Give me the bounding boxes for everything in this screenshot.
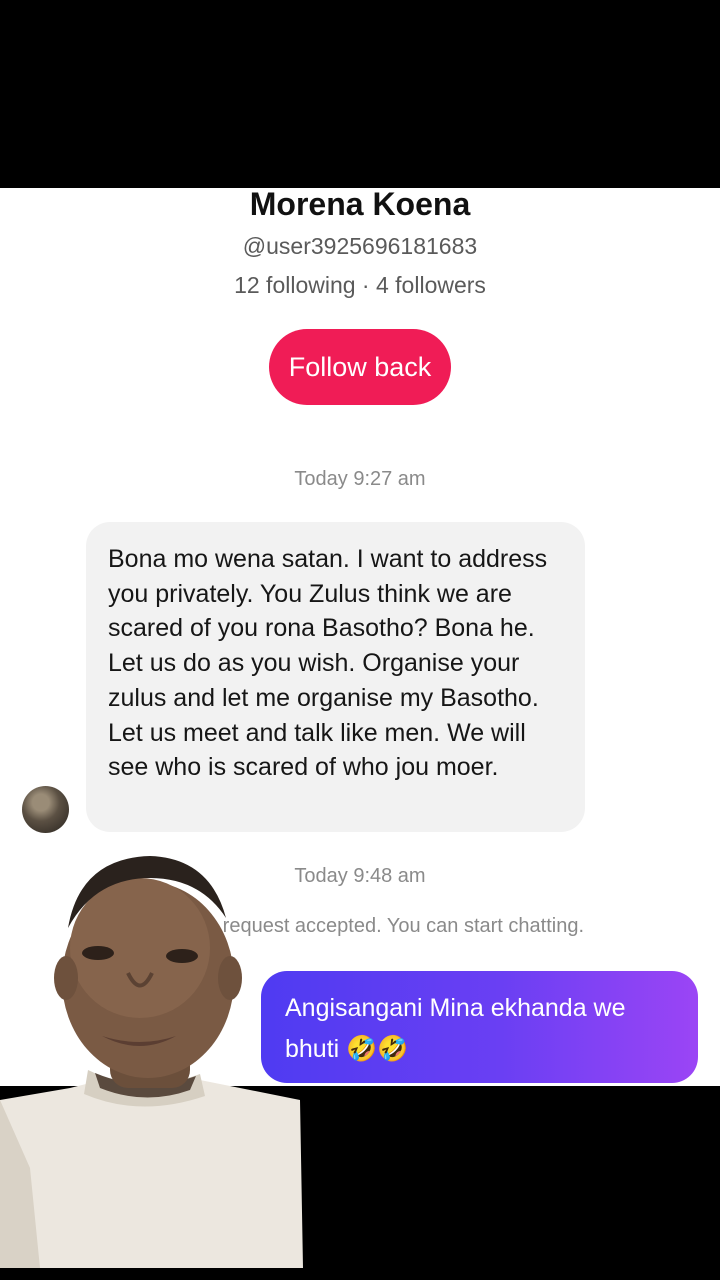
outgoing-message-bubble[interactable]: Angisangani Mina ekhanda we bhuti 🤣🤣 bbox=[261, 971, 698, 1083]
message-timestamp: Today 9:27 am bbox=[294, 468, 426, 490]
presenter-video-overlay bbox=[0, 856, 303, 1268]
profile-name: Morena Koena bbox=[249, 188, 471, 222]
sender-avatar[interactable] bbox=[22, 786, 69, 833]
follow-back-button[interactable]: Follow back bbox=[269, 329, 451, 405]
profile-handle: @user3925696181683 bbox=[242, 233, 478, 259]
incoming-message-bubble[interactable]: Bona mo wena satan. I want to address yo… bbox=[86, 522, 585, 832]
profile-stats: 12 following · 4 followers bbox=[234, 272, 486, 298]
